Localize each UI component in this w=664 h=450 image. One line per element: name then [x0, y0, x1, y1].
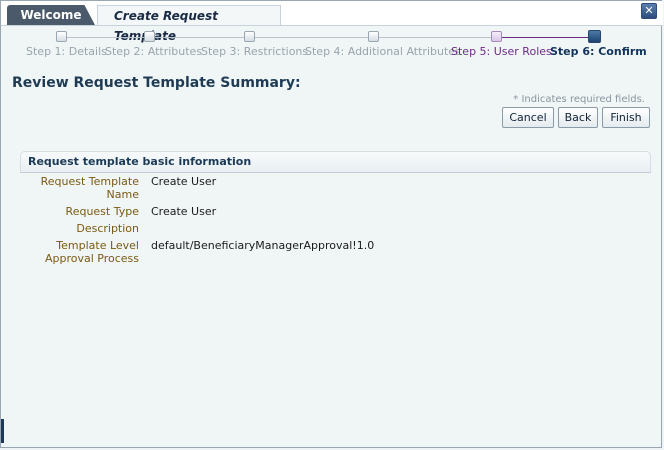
- field-value-approval-process: default/BeneficiaryManagerApproval!1.0: [151, 239, 375, 252]
- field-value-request-type: Create User: [151, 205, 217, 218]
- field-value-request-template-name: Create User: [151, 175, 217, 188]
- step-train: Step 1: Details Step 2: Attributes Step …: [1, 26, 663, 66]
- back-button[interactable]: Back: [558, 107, 598, 128]
- step-5-label[interactable]: Step 5: User Roles: [451, 45, 552, 58]
- left-edge-marker: [1, 419, 4, 443]
- train-connector-completed: [495, 37, 593, 38]
- required-fields-note: * Indicates required fields.: [513, 94, 645, 105]
- tab-bar: Welcome Create Request Template ✕: [1, 1, 663, 43]
- step-2-stop-icon[interactable]: [144, 31, 155, 42]
- train-connector: [61, 37, 495, 38]
- step-6-stop-icon: [588, 30, 601, 43]
- step-4-stop-icon[interactable]: [368, 31, 379, 42]
- field-label-description: Description: [76, 222, 139, 235]
- tab-welcome[interactable]: Welcome: [7, 5, 95, 25]
- step-5-stop-icon[interactable]: [491, 31, 502, 42]
- tab-create-request-template[interactable]: Create Request Template: [97, 5, 281, 43]
- step-1-label[interactable]: Step 1: Details: [26, 45, 107, 58]
- step-2-label[interactable]: Step 2: Attributes: [105, 45, 202, 58]
- window-frame: Welcome Create Request Template ✕ Step 1…: [0, 0, 663, 448]
- close-icon[interactable]: ✕: [641, 3, 657, 19]
- page-title: Review Request Template Summary:: [12, 75, 301, 91]
- step-4-label[interactable]: Step 4: Additional Attributes: [305, 45, 461, 58]
- step-3-stop-icon[interactable]: [244, 31, 255, 42]
- step-6-label: Step 6: Confirm: [550, 45, 647, 58]
- step-3-label[interactable]: Step 3: Restrictions: [201, 45, 308, 58]
- cancel-button[interactable]: Cancel: [502, 107, 554, 128]
- field-label-request-template-name: Request Template Name: [40, 175, 139, 201]
- section-header: Request template basic information: [20, 151, 651, 173]
- section-title: Request template basic information: [28, 155, 252, 168]
- finish-button[interactable]: Finish: [602, 107, 650, 128]
- field-label-approval-process: Template Level Approval Process: [44, 239, 139, 265]
- step-1-stop-icon[interactable]: [56, 31, 67, 42]
- field-label-request-type: Request Type: [65, 205, 139, 218]
